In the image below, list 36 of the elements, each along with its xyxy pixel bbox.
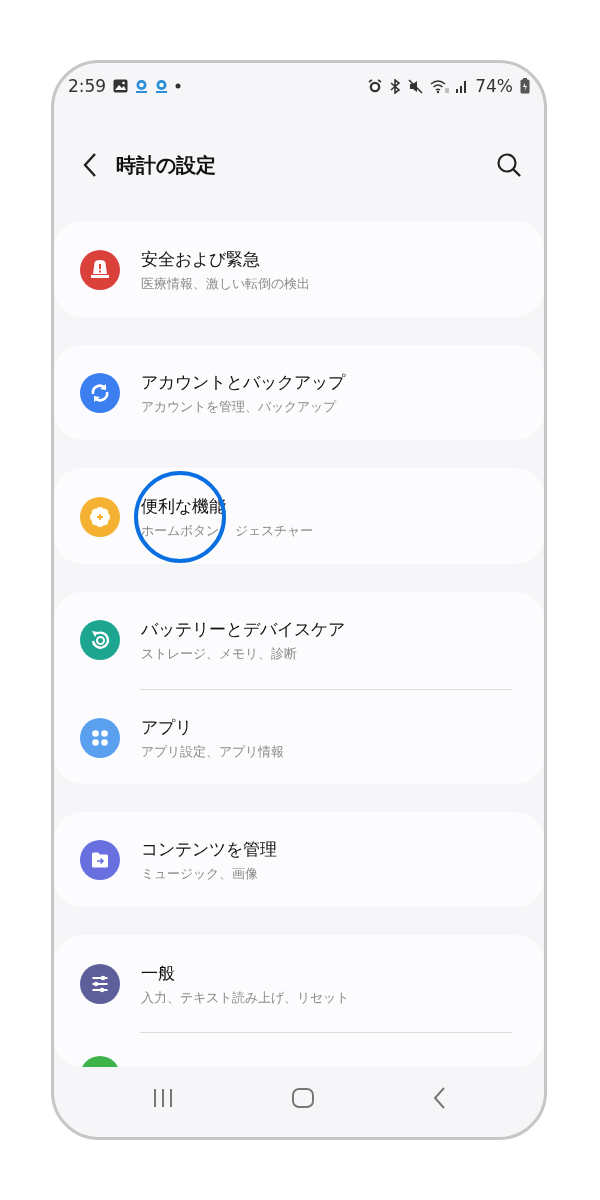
item-title: アプリ (141, 716, 193, 739)
bluetooth-icon (389, 78, 402, 94)
wifi-icon (430, 78, 450, 94)
settings-item[interactable]: コンテンツを管理 ミュージック、画像 (54, 811, 544, 908)
item-subtitle: ホームボタン (141, 521, 219, 539)
item-subtitle: ストレージ、メモリ、診断 (141, 645, 297, 663)
battery-percent: 74% (475, 77, 513, 95)
search-icon[interactable] (496, 152, 522, 178)
clock-time: 2:59 (68, 77, 107, 95)
alarm-clock-icon (368, 79, 383, 93)
item-subtitle: アカウントを管理、バックアップ (141, 398, 336, 415)
item-title: コンテンツを管理 (141, 838, 277, 861)
signal-icon (456, 79, 469, 93)
back-icon[interactable] (82, 152, 98, 178)
app-notification-icon (155, 78, 169, 94)
settings-item[interactable]: アプリ アプリ設定、アプリ情報 (54, 689, 544, 784)
recent-apps-icon[interactable] (152, 1088, 175, 1108)
item-subtitle: 医療情報、激しい転倒の検出 (141, 274, 310, 292)
page-title: 時計の設定 (116, 151, 217, 179)
item-subtitle: アプリ設定、アプリ情報 (141, 743, 284, 761)
item-subtitle: 入力、テキスト読み上げ、リセット (141, 988, 349, 1006)
item-title: 安全および緊急 (141, 247, 261, 270)
item-subtitle: ミュージック、画像 (141, 865, 258, 883)
home-icon[interactable] (291, 1087, 315, 1109)
item-title: バッテリーとデバイスケア (141, 618, 345, 641)
settings-item[interactable]: アカウントとバックアップ アカウントを管理、バックアップ (54, 344, 544, 441)
app-notification-icon (135, 78, 149, 94)
gallery-icon (113, 79, 129, 93)
item-title: 一般 (141, 961, 176, 984)
item-subtitle: ジェスチャー (235, 521, 313, 539)
settings-item[interactable]: バッテリーとデバイスケア ストレージ、メモリ、診断 (54, 591, 544, 689)
item-title: アカウントとバックアップ (141, 371, 345, 393)
more-notifications-icon (175, 83, 182, 89)
muted-speaker-icon (408, 78, 424, 94)
settings-item[interactable]: 安全および緊急 医療情報、激しい転倒の検出 (54, 221, 544, 317)
battery-icon (520, 78, 530, 94)
